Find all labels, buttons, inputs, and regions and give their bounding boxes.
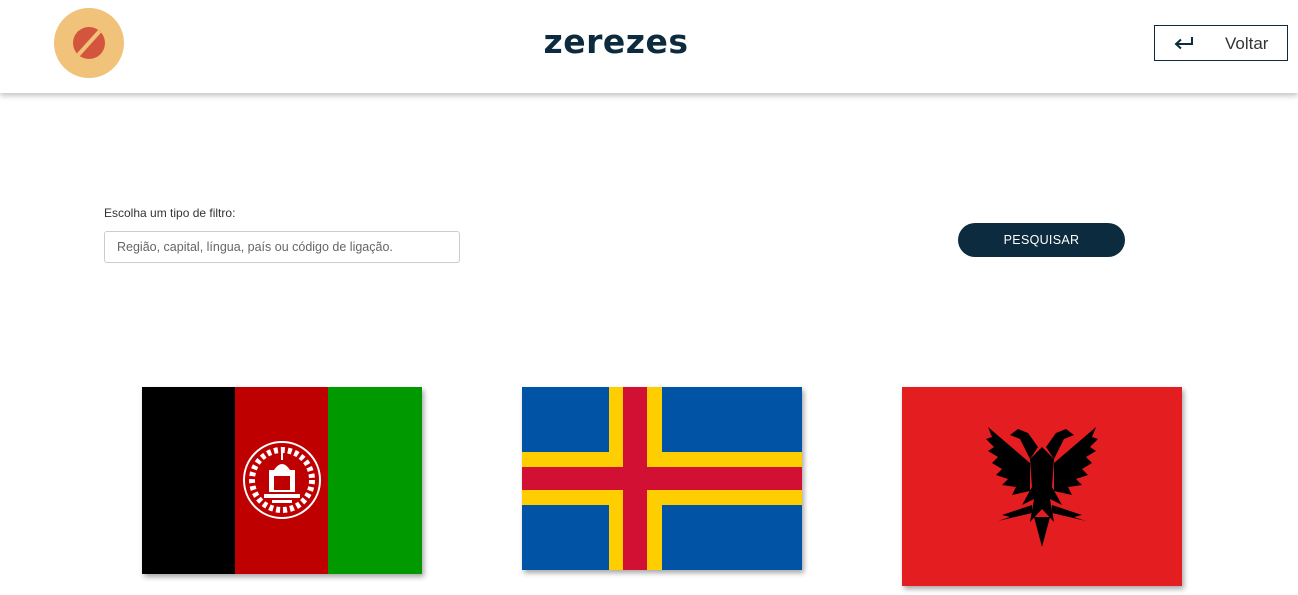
flag-card-afghanistan[interactable] xyxy=(142,387,422,574)
logo-icon[interactable] xyxy=(54,8,124,78)
search-button[interactable]: PESQUISAR xyxy=(958,223,1125,257)
back-button-label: Voltar xyxy=(1225,34,1269,53)
search-input[interactable] xyxy=(104,231,460,263)
aland-flag-image xyxy=(522,387,802,570)
flag-card-albania[interactable] xyxy=(902,387,1182,586)
logo-disc xyxy=(73,27,105,59)
brand-title: zerezes xyxy=(543,22,689,61)
filter-label: Escolha um tipo de filtro: xyxy=(104,206,236,220)
back-button[interactable]: Voltar xyxy=(1154,25,1288,61)
albania-flag-image xyxy=(902,387,1182,586)
flag-card-aland[interactable] xyxy=(522,387,802,570)
afghanistan-flag-image xyxy=(142,387,422,574)
arrow-left-icon xyxy=(1174,37,1193,50)
top-header: zerezes Voltar xyxy=(0,0,1298,93)
